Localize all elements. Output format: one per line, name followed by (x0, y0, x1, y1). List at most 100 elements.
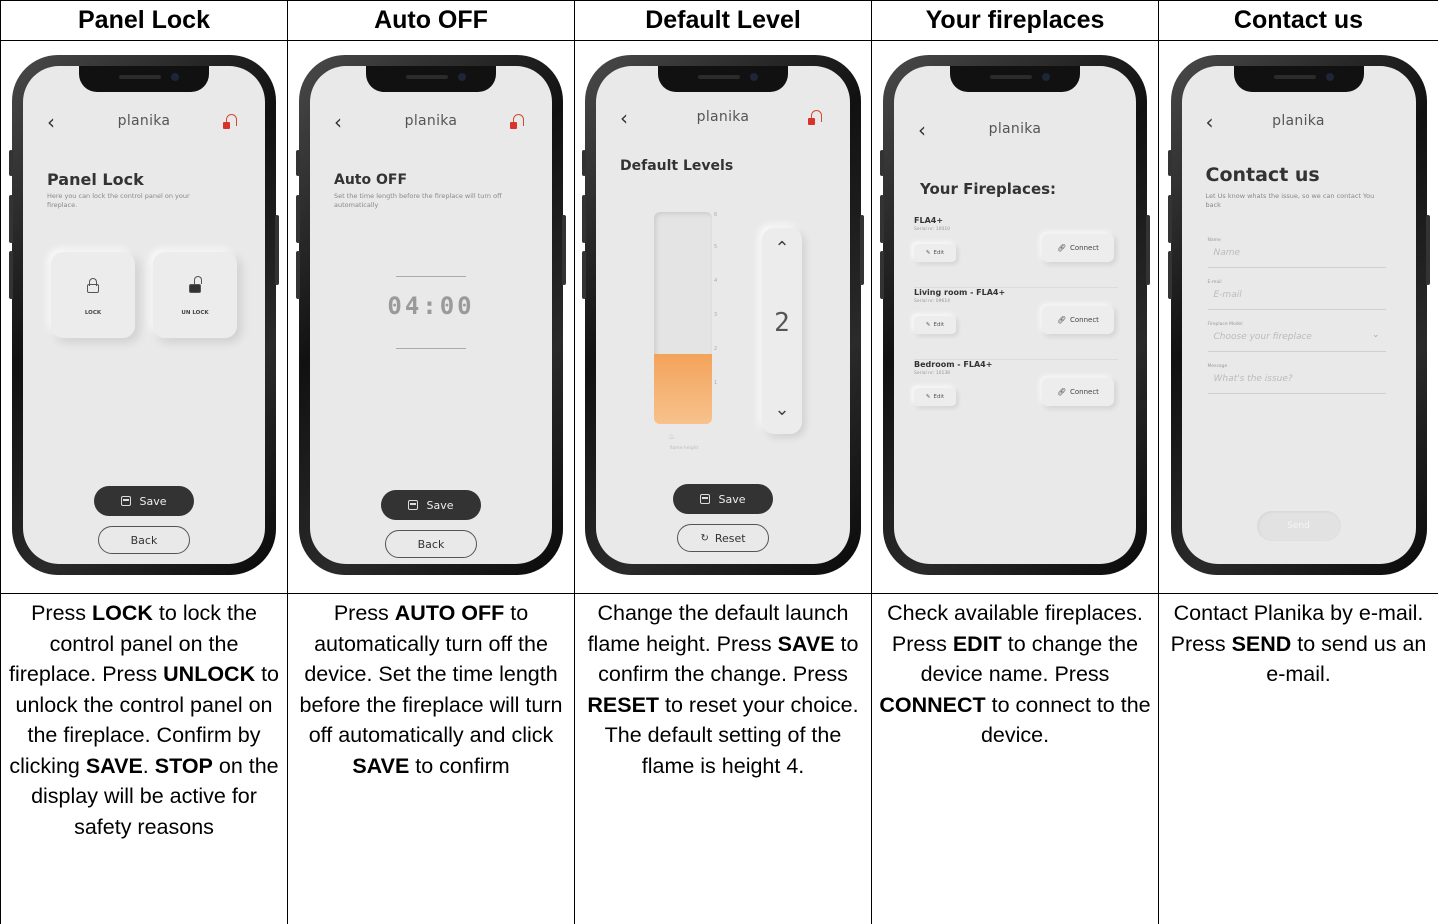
back-label: Back (130, 533, 158, 547)
edit-button[interactable]: ✎ Edit (914, 316, 956, 334)
phone-frame: ‹ planika Auto OFF Set the time length b… (296, 55, 566, 575)
phone-screen: ‹ planika Auto OFF Set the time length b… (310, 66, 552, 564)
timer-display[interactable]: 04:00 (366, 264, 496, 362)
panel-lock-shot: ‹ planika Panel Lock Here you can lock t… (0, 40, 288, 594)
field-placeholder: E-mail (1213, 290, 1242, 300)
phone-frame: ‹ planika Panel Lock Here you can lock t… (9, 55, 279, 575)
connect-button[interactable]: 🔗︎ Connect (1042, 234, 1114, 262)
bold-keyword: RESET (587, 692, 660, 717)
link-icon: 🔗︎ (1057, 316, 1066, 324)
gauge-ticks: 654321 (714, 212, 718, 386)
edit-button[interactable]: ✎ Edit (914, 388, 956, 406)
fireplace-name: Bedroom - FLA4+ (914, 360, 993, 369)
message-field[interactable]: Message What's the issue? (1207, 364, 1386, 394)
notification-bell-icon[interactable] (223, 113, 239, 131)
screen-title: Your Fireplaces: (920, 180, 1057, 198)
bold-keyword: CONNECT (879, 692, 986, 717)
auto-off-shot: ‹ planika Auto OFF Set the time length b… (287, 40, 575, 594)
send-button[interactable]: Send (1256, 511, 1341, 541)
save-button[interactable]: Save (94, 486, 194, 516)
screen-title: Contact us (1205, 164, 1320, 186)
save-button[interactable]: Save (381, 490, 481, 520)
phone-notch (1233, 66, 1364, 92)
header-contact-us: Contact us (1158, 0, 1438, 41)
edit-label: Edit (933, 250, 945, 256)
screen-title: Default Levels (620, 158, 734, 174)
fireplace-item: Living room - FLA4+ Serial nr: 09614 ✎ Ed… (914, 288, 1118, 360)
save-label: Save (718, 492, 746, 506)
bold-keyword: SEND (1231, 631, 1292, 656)
field-label: Fireplace Model (1207, 322, 1243, 327)
save-icon (121, 496, 132, 506)
reset-icon: ↻ (700, 532, 709, 544)
phone-notch (79, 66, 209, 92)
bold-keyword: EDIT (952, 631, 1002, 656)
brand-logo: planika (1272, 113, 1325, 129)
lock-button[interactable]: LOCK (51, 252, 135, 338)
field-label: E-mail (1207, 280, 1222, 285)
connect-button[interactable]: 🔗︎ Connect (1042, 306, 1114, 334)
fireplace-model-select[interactable]: Fireplace Model Choose your fireplace ⌄ (1207, 322, 1386, 352)
brand-logo: planika (988, 121, 1042, 137)
level-stepper[interactable]: ⌃ 2 ⌄ (762, 228, 802, 434)
bold-keyword: SAVE (85, 753, 143, 778)
phone-screen: ‹ planika Your Fireplaces: FLA4+ Serial … (894, 66, 1136, 564)
unlock-button[interactable]: UN LOCK (153, 252, 237, 338)
email-field[interactable]: E-mail E-mail (1207, 280, 1386, 310)
reset-label: Reset (714, 531, 746, 545)
screen-title: Panel Lock (47, 170, 144, 189)
back-button[interactable]: Back (385, 530, 477, 558)
notification-bell-icon[interactable] (510, 113, 526, 131)
edit-button[interactable]: ✎ Edit (914, 244, 956, 262)
screen-subtitle: Set the time length before the fireplace… (334, 192, 502, 209)
screen-subtitle: Here you can lock the control panel on y… (47, 192, 190, 209)
gauge-caption: flame height (669, 446, 699, 451)
contact-us-description: Contact Planika by e-mail. Press SEND to… (1158, 593, 1438, 924)
back-button[interactable]: Back (98, 526, 190, 554)
fireplace-name: Living room - FLA4+ (914, 288, 1006, 297)
send-label: Send (1287, 521, 1310, 531)
fireplace-serial: Serial nr: 09614 (914, 299, 951, 304)
notification-bell-icon[interactable] (808, 109, 824, 127)
header-panel-lock: Panel Lock (0, 0, 288, 41)
connect-button[interactable]: 🔗︎ Connect (1042, 378, 1114, 406)
flame-level-fill (654, 354, 712, 424)
chevron-down-icon[interactable]: ⌄ (762, 399, 802, 420)
screenshot-row: ‹ planika Panel Lock Here you can lock t… (0, 40, 1438, 594)
flame-icon: ♨ (668, 432, 676, 441)
fireplace-name: FLA4+ (914, 216, 944, 225)
chevron-up-icon[interactable]: ⌃ (762, 238, 802, 259)
save-label: Save (426, 498, 454, 512)
header-your-fireplaces: Your fireplaces (871, 0, 1159, 41)
reset-button[interactable]: ↻ Reset (677, 524, 769, 552)
name-field[interactable]: Name Name (1207, 238, 1386, 268)
save-label: Save (139, 494, 167, 508)
flame-level-gauge[interactable] (654, 212, 712, 424)
your-fireplaces-description: Check available fireplaces. Press EDIT t… (871, 593, 1159, 924)
bold-keyword: UNLOCK (163, 662, 256, 686)
save-button[interactable]: Save (673, 484, 773, 514)
default-level-shot: ‹ planika Default Levels 654321 ♨ flame … (574, 40, 872, 594)
unlock-label: UN LOCK (181, 310, 209, 316)
screen-subtitle: Let Us know whats the issue, so we can c… (1205, 192, 1375, 209)
lock-open-icon (189, 276, 202, 293)
connect-label: Connect (1069, 316, 1099, 324)
connect-label: Connect (1069, 388, 1099, 396)
field-placeholder: What's the issue? (1213, 374, 1293, 384)
save-icon (700, 494, 711, 504)
phone-frame: ‹ planika Default Levels 654321 ♨ flame … (582, 55, 864, 575)
phone-screen: ‹ planika Default Levels 654321 ♨ flame … (596, 66, 850, 564)
timer-value: 04:00 (387, 292, 475, 320)
link-icon: 🔗︎ (1057, 244, 1066, 252)
edit-icon: ✎ (925, 394, 931, 400)
description-text: to connect to the device. (980, 692, 1151, 748)
level-value: 2 (774, 308, 790, 338)
header-default-level: Default Level (574, 0, 872, 41)
default-level-description: Change the default launch flame height. … (574, 593, 872, 924)
screen-title: Auto OFF (334, 172, 408, 188)
lock-label: LOCK (84, 310, 102, 316)
link-icon: 🔗︎ (1057, 388, 1066, 396)
phone-frame: ‹ planika Contact us Let Us know whats t… (1167, 55, 1430, 575)
lock-closed-icon (87, 278, 99, 293)
chevron-down-icon: ⌄ (1371, 330, 1380, 340)
